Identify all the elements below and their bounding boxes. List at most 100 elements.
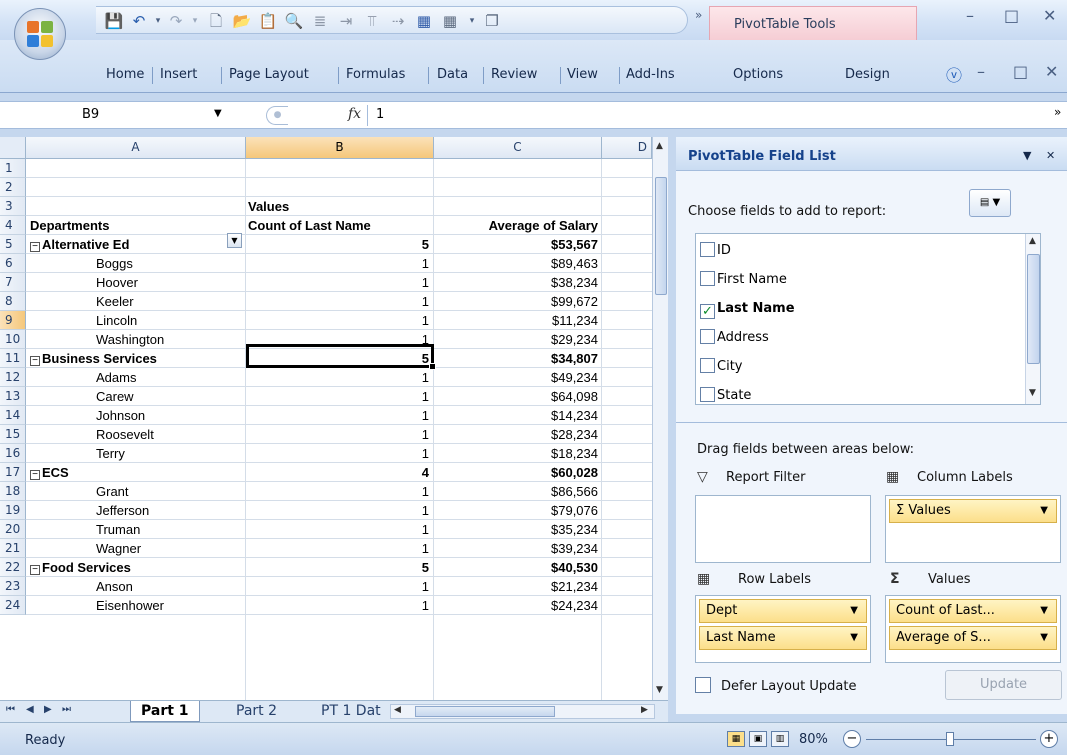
cell-a[interactable]: Washington <box>96 331 164 348</box>
field-item[interactable]: Address <box>700 327 769 349</box>
cell-b[interactable]: 1 <box>246 540 429 557</box>
fill-handle[interactable] <box>429 363 436 370</box>
qat-overflow-icon[interactable]: » <box>695 8 702 22</box>
checkbox-icon[interactable] <box>700 242 715 257</box>
pane-menu-icon[interactable]: ▼ <box>1023 149 1031 162</box>
vertical-scroll-thumb[interactable] <box>655 177 667 295</box>
next-sheet-icon[interactable]: ▶ <box>44 704 52 715</box>
row-header[interactable]: 14 <box>0 406 26 425</box>
field-list-scrollbar[interactable]: ▲ ▼ <box>1025 234 1040 404</box>
pane-close-icon[interactable]: ✕ <box>1046 149 1055 162</box>
open-folder-icon[interactable]: 📂 <box>232 11 252 31</box>
cell-c[interactable]: $79,076 <box>434 502 598 519</box>
row-header[interactable]: 17 <box>0 463 26 482</box>
horizontal-scroll-thumb[interactable] <box>415 706 555 717</box>
tab-home[interactable]: Home <box>106 64 144 86</box>
cell-a[interactable]: Keeler <box>96 293 134 310</box>
tab-review[interactable]: Review <box>491 64 537 86</box>
cell-b[interactable]: Count of Last Name <box>248 217 371 234</box>
cell-a[interactable]: Departments <box>30 217 109 234</box>
value-field-count[interactable]: Count of Last... ▼ <box>889 599 1057 623</box>
cell-b[interactable]: 1 <box>246 426 429 443</box>
cell-a[interactable]: Eisenhower <box>96 597 164 614</box>
close-icon[interactable]: ✕ <box>1043 6 1056 25</box>
cell-a[interactable]: − Business Services <box>30 350 157 367</box>
cell-c[interactable]: $34,807 <box>434 350 598 367</box>
cell-c[interactable]: $29,234 <box>434 331 598 348</box>
column-header-a[interactable]: A <box>26 137 246 159</box>
redo-dropdown-icon[interactable]: ▾ <box>185 11 205 31</box>
row-labels-area[interactable]: Dept ▼ Last Name ▼ <box>695 595 871 663</box>
cell-a[interactable]: Adams <box>96 369 136 386</box>
cell-b[interactable]: 1 <box>246 521 429 538</box>
vertical-scrollbar[interactable]: ▲ ▼ <box>652 137 668 700</box>
scroll-up-icon[interactable]: ▲ <box>656 141 663 151</box>
tab-design[interactable]: Design <box>845 64 890 86</box>
cell-b[interactable]: 1 <box>246 483 429 500</box>
cell-b[interactable]: 1 <box>246 388 429 405</box>
field-list-scroll-thumb[interactable] <box>1027 254 1040 364</box>
row-header[interactable]: 23 <box>0 577 26 596</box>
cell-b[interactable]: Values <box>248 198 289 215</box>
cell-c[interactable]: $35,234 <box>434 521 598 538</box>
delete-cells-icon[interactable]: ⇥ <box>336 11 356 31</box>
cell-b[interactable]: 1 <box>246 293 429 310</box>
cell-b[interactable]: 5 <box>246 559 429 576</box>
sheet-tab-pt-1-data[interactable]: PT 1 Dat <box>311 701 391 722</box>
chevron-down-icon[interactable]: ▼ <box>850 600 858 622</box>
office-button[interactable] <box>14 8 66 60</box>
field-item[interactable]: City <box>700 356 742 378</box>
cell-b[interactable]: 5 <box>246 236 429 253</box>
cell-a[interactable]: Roosevelt <box>96 426 154 443</box>
cell-a[interactable]: Jefferson <box>96 502 149 519</box>
tab-options[interactable]: Options <box>733 64 783 86</box>
chart-icon[interactable]: ▦ <box>414 11 434 31</box>
cell-a[interactable]: Truman <box>96 521 140 538</box>
row-header[interactable]: 6 <box>0 254 26 273</box>
field-item[interactable]: ID <box>700 240 731 262</box>
cell-b[interactable]: 1 <box>246 578 429 595</box>
cell-a[interactable]: Hoover <box>96 274 138 291</box>
cell-a[interactable]: Carew <box>96 388 134 405</box>
workbook-close-icon[interactable]: ✕ <box>1045 62 1058 81</box>
row-header[interactable]: 22 <box>0 558 26 577</box>
column-field-values[interactable]: Σ Values ▼ <box>889 499 1057 523</box>
expand-formula-bar-icon[interactable]: » <box>1054 105 1061 119</box>
cell-b[interactable]: 1 <box>246 407 429 424</box>
row-header[interactable]: 1 <box>0 159 26 178</box>
cell-b[interactable]: 4 <box>246 464 429 481</box>
workbook-minimize-icon[interactable]: – <box>977 62 985 81</box>
row-header[interactable]: 9 <box>0 311 26 330</box>
row-labels-filter-icon[interactable]: ▼ <box>227 233 242 248</box>
checked-checkbox-icon[interactable]: ✓ <box>700 304 715 319</box>
page-layout-view-icon[interactable]: ▣ <box>749 731 767 747</box>
row-header[interactable]: 21 <box>0 539 26 558</box>
defer-checkbox[interactable] <box>695 677 711 693</box>
selected-cell-b9[interactable] <box>246 344 434 368</box>
cell-c[interactable]: $53,567 <box>434 236 598 253</box>
cell-a[interactable]: Johnson <box>96 407 145 424</box>
field-item[interactable]: State <box>700 385 751 404</box>
checkbox-icon[interactable] <box>700 271 715 286</box>
cell-a[interactable]: − Alternative Ed <box>30 236 129 253</box>
cell-a[interactable]: Lincoln <box>96 312 137 329</box>
chevron-down-icon[interactable]: ▼ <box>850 627 858 649</box>
row-header[interactable]: 12 <box>0 368 26 387</box>
chevron-down-icon[interactable]: ▼ <box>1040 500 1048 522</box>
paste-icon[interactable]: 📋 <box>258 11 278 31</box>
row-header[interactable]: 18 <box>0 482 26 501</box>
select-all-corner[interactable] <box>0 137 26 159</box>
collapse-icon[interactable]: − <box>30 242 40 252</box>
tab-page-layout[interactable]: Page Layout <box>229 64 309 86</box>
cell-c[interactable]: Average of Salary <box>434 217 598 234</box>
redo-icon[interactable]: ↷ <box>166 11 186 31</box>
cell-a[interactable]: − Food Services <box>30 559 131 576</box>
report-filter-area[interactable] <box>695 495 871 563</box>
column-labels-area[interactable]: Σ Values ▼ <box>885 495 1061 563</box>
column-header-b[interactable]: B <box>246 137 434 159</box>
copy-icon[interactable]: ❐ <box>482 11 502 31</box>
cell-b[interactable]: 1 <box>246 445 429 462</box>
cell-a[interactable]: Anson <box>96 578 133 595</box>
row-header[interactable]: 16 <box>0 444 26 463</box>
field-list-layout-button[interactable]: ▤ ▼ <box>969 189 1011 217</box>
